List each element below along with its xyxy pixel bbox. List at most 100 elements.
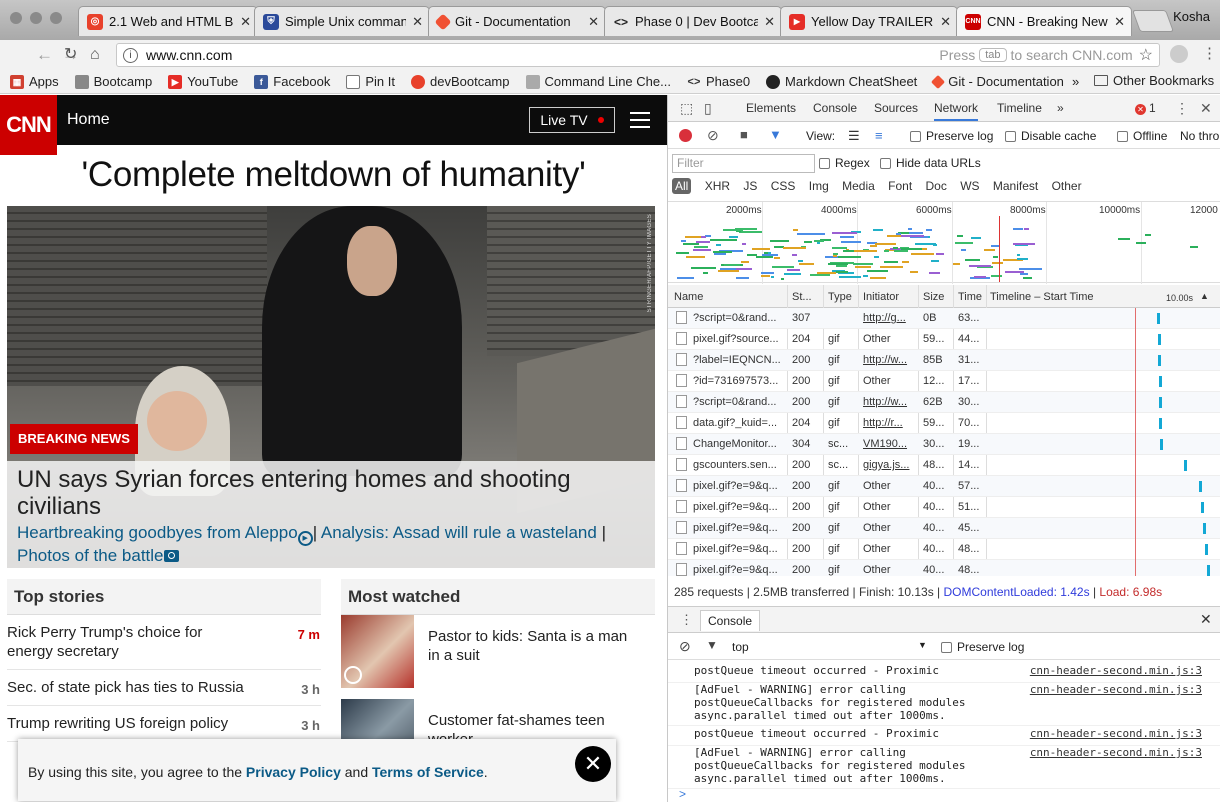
- request-row[interactable]: data.gif?_kuid=... 204 gif http://r... 59...…: [668, 413, 1220, 434]
- close-tab-icon[interactable]: ✕: [764, 14, 775, 30]
- story-title[interactable]: Rick Perry Trump's choice for energy sec…: [7, 623, 252, 661]
- assad-analysis-link[interactable]: Analysis: Assad will rule a wasteland: [321, 523, 597, 542]
- tab-timeline[interactable]: Timeline: [997, 101, 1042, 115]
- bookmark-command-line[interactable]: Command Line Che...: [525, 74, 671, 89]
- drawer-tab-console[interactable]: Console: [700, 610, 761, 631]
- cell-initiator[interactable]: Other: [863, 375, 915, 387]
- inspect-element-icon[interactable]: ⬚: [680, 100, 693, 117]
- maximize-window-button[interactable]: [50, 12, 62, 24]
- tab-unix-commands[interactable]: ⛨ Simple Unix command ✕: [254, 6, 430, 36]
- tab-phase0[interactable]: <> Phase 0 | Dev Bootca ✕: [604, 6, 782, 36]
- cell-initiator[interactable]: gigya.js...: [863, 459, 915, 471]
- tab-web-html[interactable]: ◎ 2.1 Web and HTML B ✕: [78, 6, 258, 36]
- minimize-window-button[interactable]: [30, 12, 42, 24]
- close-tab-icon[interactable]: ✕: [588, 14, 599, 30]
- preserve-log-checkbox[interactable]: Preserve log: [910, 129, 993, 143]
- aleppo-goodbyes-link[interactable]: Heartbreaking goodbyes from Aleppo: [17, 523, 298, 542]
- drawer-menu-icon[interactable]: ⋮: [680, 612, 693, 628]
- bookmark-git-docs[interactable]: Git - Documentation: [931, 74, 1064, 89]
- extension-icon[interactable]: [1170, 45, 1188, 63]
- console-prompt[interactable]: >: [679, 787, 686, 801]
- live-tv-button[interactable]: Live TV: [529, 107, 615, 133]
- clear-console-icon[interactable]: ⊘: [679, 638, 691, 655]
- page-info-icon[interactable]: i: [123, 47, 138, 63]
- video-item[interactable]: Pastor to kids: Santa is a man in a suit: [341, 615, 655, 699]
- bookmark-facebook[interactable]: f Facebook: [254, 74, 330, 89]
- filter-all[interactable]: All: [672, 178, 692, 194]
- column-time[interactable]: Time: [958, 291, 982, 303]
- column-timeline[interactable]: Timeline – Start Time: [990, 291, 1094, 303]
- filter-img[interactable]: Img: [809, 179, 829, 193]
- story-title[interactable]: Sec. of state pick has ties to Russia: [7, 678, 252, 697]
- tab-elements[interactable]: Elements: [746, 101, 796, 115]
- log-source-link[interactable]: cnn-header-second.min.js:3: [1030, 664, 1202, 677]
- request-row[interactable]: ?id=731697573... 200 gif Other 12... 17...: [668, 371, 1220, 392]
- tab-cnn[interactable]: CNN CNN - Breaking News ✕: [956, 6, 1132, 36]
- cell-initiator[interactable]: Other: [863, 564, 915, 576]
- profile-name[interactable]: Kosha: [1173, 9, 1210, 24]
- home-icon[interactable]: ⌂: [90, 45, 100, 65]
- cnn-logo[interactable]: CNN: [0, 95, 57, 155]
- tab-network[interactable]: Network: [934, 101, 979, 121]
- hero-title[interactable]: UN says Syrian forces entering homes and…: [17, 466, 637, 520]
- tab-sources[interactable]: Sources: [874, 101, 918, 115]
- filter-js[interactable]: JS: [743, 179, 757, 193]
- close-tab-icon[interactable]: ✕: [940, 14, 951, 30]
- video-title[interactable]: Pastor to kids: Santa is a man in a suit: [428, 615, 628, 699]
- cell-initiator[interactable]: http://g...: [863, 312, 915, 324]
- filter-media[interactable]: Media: [842, 179, 875, 193]
- filter-other[interactable]: Other: [1052, 179, 1082, 193]
- bookmark-devbootcamp[interactable]: devBootcamp: [411, 74, 510, 89]
- video-thumbnail[interactable]: [341, 615, 414, 688]
- more-menu-icon[interactable]: ⋮: [1202, 44, 1217, 62]
- story-item[interactable]: Sec. of state pick has ties to Russia 3 h: [7, 670, 321, 706]
- request-row[interactable]: ?script=0&rand... 307 http://g... 0B 63...: [668, 308, 1220, 329]
- request-row[interactable]: ChangeMonitor... 304 sc... VM190... 30... 19.…: [668, 434, 1220, 455]
- filter-ws[interactable]: WS: [960, 179, 979, 193]
- battle-photos-link[interactable]: Photos of the battle: [17, 546, 164, 565]
- cell-initiator[interactable]: Other: [863, 480, 915, 492]
- dropdown-arrow-icon[interactable]: ▼: [918, 640, 927, 650]
- clear-icon[interactable]: ⊘: [707, 127, 719, 144]
- bookmark-bootcamp[interactable]: Bootcamp: [74, 74, 152, 89]
- device-toolbar-icon[interactable]: ▯: [704, 100, 712, 117]
- filter-xhr[interactable]: XHR: [705, 179, 730, 193]
- bookmark-pin-it[interactable]: Pin It: [346, 74, 395, 89]
- back-arrow-icon[interactable]: ←: [36, 45, 53, 65]
- more-tabs-icon[interactable]: »: [1057, 101, 1064, 115]
- request-row[interactable]: pixel.gif?e=9&q... 200 gif Other 40... 57...: [668, 476, 1220, 497]
- nav-home-link[interactable]: Home: [67, 111, 110, 129]
- request-row[interactable]: pixel.gif?e=9&q... 200 gif Other 40... 48...: [668, 539, 1220, 560]
- filter-doc[interactable]: Doc: [926, 179, 947, 193]
- close-tab-icon[interactable]: ✕: [1114, 14, 1125, 30]
- hide-data-urls-checkbox[interactable]: Hide data URLs: [880, 156, 981, 170]
- large-rows-icon[interactable]: ☰: [848, 128, 860, 144]
- cell-initiator[interactable]: Other: [863, 333, 915, 345]
- other-bookmarks[interactable]: Other Bookmarks: [1094, 73, 1214, 88]
- close-consent-button[interactable]: ✕: [575, 746, 611, 782]
- cell-initiator[interactable]: Other: [863, 543, 915, 555]
- column-type[interactable]: Type: [828, 291, 852, 303]
- reload-icon[interactable]: ↻: [64, 45, 77, 65]
- context-selector[interactable]: top: [732, 640, 749, 654]
- request-row[interactable]: ?label=IEQNCN... 200 gif http://w... 85B 31..…: [668, 350, 1220, 371]
- bookmark-star-icon[interactable]: ☆: [1139, 45, 1153, 65]
- request-row[interactable]: gscounters.sen... 200 sc... gigya.js... 48..…: [668, 455, 1220, 476]
- devtools-menu-icon[interactable]: ⋮: [1175, 100, 1189, 117]
- request-row[interactable]: pixel.gif?source... 204 gif Other 59... 44...: [668, 329, 1220, 350]
- main-headline[interactable]: 'Complete meltdown of humanity': [0, 155, 667, 195]
- tab-youtube-trailer[interactable]: ▶ Yellow Day TRAILER ✕: [780, 6, 958, 36]
- bookmark-youtube[interactable]: ▶ YouTube: [168, 74, 238, 89]
- filter-manifest[interactable]: Manifest: [993, 179, 1038, 193]
- request-row[interactable]: pixel.gif?e=9&q... 200 gif Other 40... 51...: [668, 497, 1220, 518]
- tab-console[interactable]: Console: [813, 101, 857, 115]
- column-initiator[interactable]: Initiator: [863, 291, 899, 303]
- column-name[interactable]: Name: [674, 291, 703, 303]
- close-devtools-icon[interactable]: ✕: [1200, 100, 1212, 117]
- capture-screenshots-icon[interactable]: ■: [740, 127, 748, 142]
- log-source-link[interactable]: cnn-header-second.min.js:3: [1030, 683, 1202, 696]
- bookmark-markdown[interactable]: Markdown CheatSheet: [766, 74, 917, 89]
- close-tab-icon[interactable]: ✕: [412, 14, 423, 30]
- filter-funnel-icon[interactable]: ▼: [706, 638, 718, 652]
- record-icon[interactable]: [679, 129, 692, 142]
